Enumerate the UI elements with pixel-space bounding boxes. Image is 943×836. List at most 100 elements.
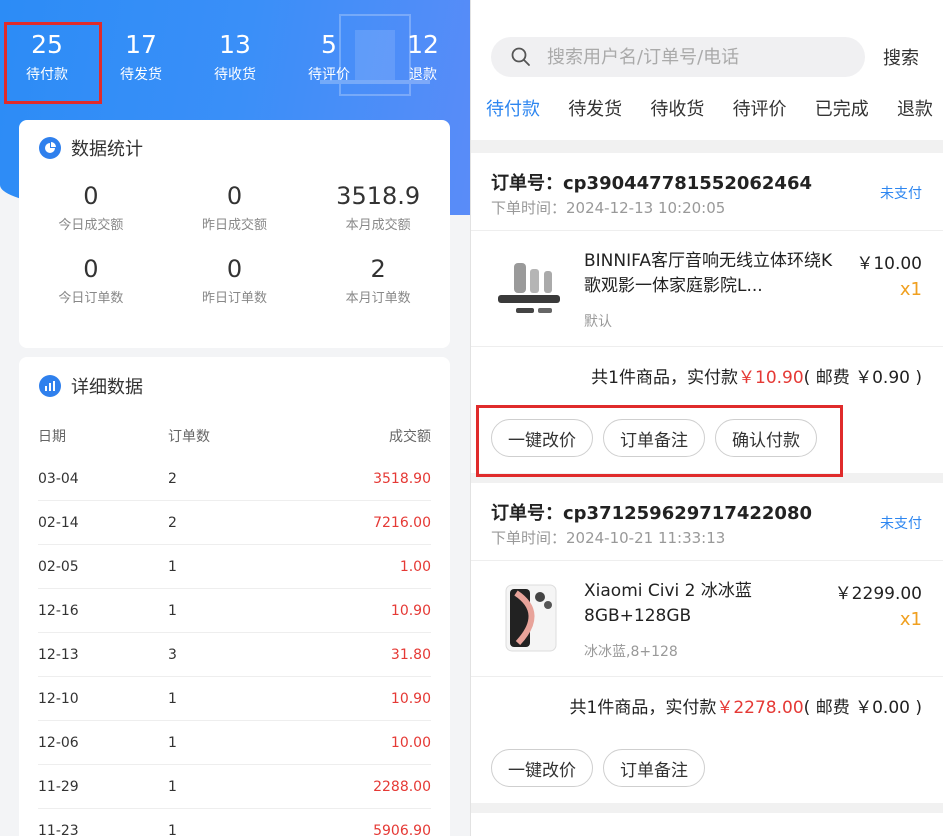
- summary-cell: 3518.9 本月成交额: [306, 182, 450, 233]
- status-pending-receipt[interactable]: 13 待收货: [188, 0, 282, 100]
- orders-panel: 搜索 待付款 待发货 待收货 待评价 已完成 退款 订单号：cp39044778…: [470, 0, 943, 836]
- table-row: 12-10 1 10.90: [38, 677, 431, 721]
- order-card: 订单号：cp390447781552062464 下单时间：2024-12-13…: [471, 153, 943, 477]
- product-spec: 冰冰蓝,8+128: [584, 644, 678, 660]
- order-tabs: 待付款 待发货 待收货 待评价 已完成 退款: [471, 77, 943, 121]
- order-time: 下单时间：2024-12-13 10:20:05: [491, 199, 726, 217]
- total-shipping: ( 邮费 ￥0.00 ): [803, 697, 922, 718]
- cell-date: 11-29: [38, 778, 79, 795]
- status-label: 待发货: [120, 67, 162, 83]
- highlight-box: [476, 405, 843, 477]
- total-prefix: 共1件商品，实付款: [591, 367, 738, 388]
- cell-amount: 7216.00: [373, 514, 431, 531]
- order-number: 订单号：cp390447781552062464: [491, 173, 812, 194]
- status-label: 待付款: [26, 67, 68, 83]
- status-pending-shipment[interactable]: 17 待发货: [94, 0, 188, 100]
- order-number: 订单号：cp371259629717422080: [491, 503, 812, 524]
- table-row: 03-04 2 3518.90: [38, 457, 431, 501]
- tab-pending-shipment[interactable]: 待发货: [568, 95, 622, 121]
- header-amount: 成交额: [389, 429, 431, 445]
- detail-title-text: 详细数据: [71, 377, 143, 398]
- table-row: 11-29 1 2288.00: [38, 765, 431, 809]
- order-card-partial: [471, 813, 943, 836]
- cell-amount: 10.90: [390, 602, 431, 619]
- cell-orders: 1: [168, 602, 177, 619]
- product-quantity: x1: [899, 609, 922, 630]
- cell-orders: 3: [168, 646, 177, 663]
- order-status-badge: 未支付: [880, 516, 922, 532]
- header-orders: 订单数: [168, 429, 210, 445]
- search-icon: [511, 47, 530, 66]
- search-button[interactable]: 搜索: [883, 44, 919, 70]
- tab-refund[interactable]: 退款: [897, 95, 933, 121]
- detail-table: 日期 订单数 成交额 03-04 2 3518.90 02-14 2 7216.00 0…: [19, 415, 450, 836]
- search-input[interactable]: [547, 46, 837, 68]
- order-status-counts: 25 待付款 17 待发货 13 待收货 5 待评价 12 退款: [0, 0, 470, 104]
- table-header: 日期 订单数 成交额: [38, 415, 431, 457]
- status-refund[interactable]: 12 退款: [376, 0, 470, 100]
- status-count: 5: [321, 30, 337, 59]
- cell-orders: 1: [168, 778, 177, 795]
- pie-chart-icon: [39, 137, 61, 159]
- order-status-badge: 未支付: [880, 186, 922, 202]
- cell-amount: 1.00: [399, 558, 431, 575]
- status-pending-payment[interactable]: 25 待付款: [0, 0, 102, 104]
- cell-amount: 5906.90: [373, 822, 431, 836]
- cell-orders: 2: [168, 470, 177, 487]
- table-row: 02-14 2 7216.00: [38, 501, 431, 545]
- tab-pending-receipt[interactable]: 待收货: [650, 95, 704, 121]
- total-paid: ￥2278.00: [716, 697, 804, 718]
- order-note-button[interactable]: 订单备注: [603, 749, 705, 787]
- cell-amount: 3518.90: [373, 470, 431, 487]
- summary-label: 昨日成交额: [201, 218, 267, 233]
- cell-orders: 1: [168, 690, 177, 707]
- search-box[interactable]: [491, 37, 865, 77]
- table-row: 02-05 1 1.00: [38, 545, 431, 589]
- cell-date: 12-10: [38, 690, 79, 707]
- order-product[interactable]: Xiaomi Civi 2 冰冰蓝 8GB+128GB 冰冰蓝,8+128 ￥2…: [471, 561, 943, 677]
- table-row: 12-13 3 31.80: [38, 633, 431, 677]
- product-price: ￥2299.00: [834, 584, 922, 604]
- order-product[interactable]: BINNIFA客厅音响无线立体环绕K歌观影一体家庭影院L... 默认 ￥10.0…: [471, 231, 943, 347]
- total-shipping: ( 邮费 ￥0.90 ): [803, 367, 922, 388]
- table-row: 12-16 1 10.90: [38, 589, 431, 633]
- total-paid: ￥10.90: [738, 367, 804, 388]
- summary-label: 昨日订单数: [201, 291, 267, 306]
- summary-cell: 0 今日成交额: [19, 182, 163, 233]
- summary-value: 3518.9: [336, 182, 421, 210]
- orders-topbar: 搜索 待付款 待发货 待收货 待评价 已完成 退款: [471, 0, 943, 140]
- summary-grid: 0 今日成交额 0 昨日成交额 3518.9 本月成交额 0 今日订单数 0 昨日订单数 …: [19, 176, 450, 306]
- product-quantity: x1: [899, 279, 922, 300]
- product-spec: 默认: [584, 314, 612, 330]
- phone-product-image: [505, 584, 557, 652]
- status-label: 待收货: [214, 67, 256, 83]
- status-count: 12: [407, 30, 439, 59]
- bar-chart-icon: [39, 375, 61, 397]
- change-price-button[interactable]: 一键改价: [491, 749, 593, 787]
- cell-orders: 1: [168, 558, 177, 575]
- cell-orders: 1: [168, 734, 177, 751]
- summary-title-text: 数据统计: [71, 139, 143, 160]
- tab-pending-review[interactable]: 待评价: [733, 95, 787, 121]
- status-count: 13: [219, 30, 251, 59]
- header-date: 日期: [38, 429, 66, 445]
- summary-value: 0: [83, 182, 99, 210]
- order-actions: 一键改价 订单备注: [471, 733, 943, 803]
- product-name: BINNIFA客厅音响无线立体环绕K歌观影一体家庭影院L...: [584, 251, 833, 296]
- order-total: 共1件商品，实付款 ￥2278.00 ( 邮费 ￥0.00 ): [471, 677, 943, 733]
- table-row: 12-06 1 10.00: [38, 721, 431, 765]
- cell-amount: 2288.00: [373, 778, 431, 795]
- tab-completed[interactable]: 已完成: [815, 95, 869, 121]
- order-total: 共1件商品，实付款 ￥10.90 ( 邮费 ￥0.90 ): [471, 347, 943, 403]
- summary-card: 数据统计 0 今日成交额 0 昨日成交额 3518.9 本月成交额 0 今日订单数 0 昨…: [19, 120, 450, 348]
- status-pending-review[interactable]: 5 待评价: [282, 0, 376, 100]
- summary-label: 今日成交额: [58, 218, 124, 233]
- tab-pending-payment[interactable]: 待付款: [486, 95, 540, 121]
- summary-cell: 0 昨日成交额: [163, 182, 307, 233]
- cell-orders: 2: [168, 514, 177, 531]
- product-price: ￥10.00: [856, 254, 922, 274]
- order-header: 订单号：cp390447781552062464 下单时间：2024-12-13…: [471, 153, 943, 231]
- cell-date: 12-16: [38, 602, 79, 619]
- cell-amount: 10.90: [390, 690, 431, 707]
- soundbar-product-image: [498, 263, 560, 313]
